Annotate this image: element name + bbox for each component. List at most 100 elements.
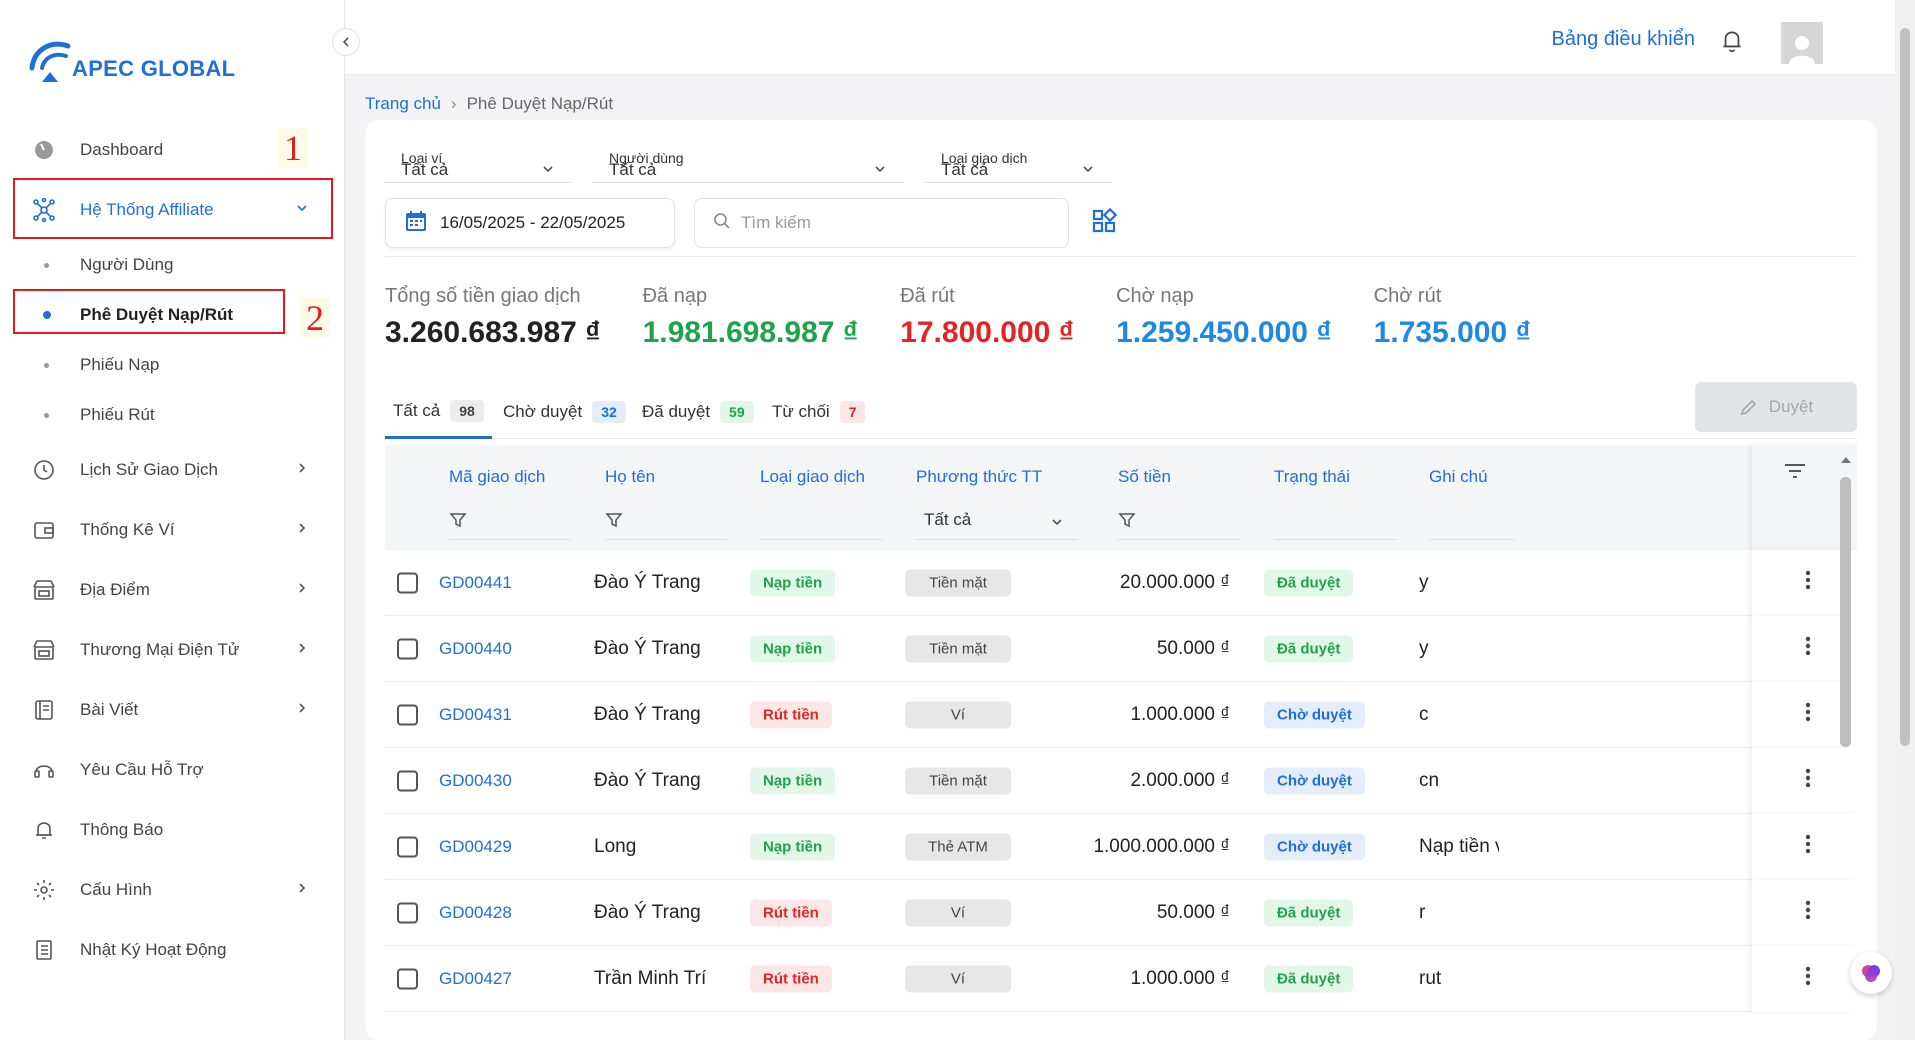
grid-view-icon[interactable] xyxy=(1091,207,1118,239)
sidebar-item-settings[interactable]: Cấu Hình xyxy=(0,860,345,920)
user-select[interactable]: Người dùng Tất cả xyxy=(593,140,903,188)
bullet-icon xyxy=(44,262,49,268)
transaction-type-value: Tất cả xyxy=(941,160,989,179)
transaction-code-link[interactable]: GD00427 xyxy=(439,969,512,989)
amount-filter[interactable] xyxy=(1118,500,1240,540)
column-header-note[interactable]: Ghi chú xyxy=(1429,467,1488,487)
tab-count-badge: 32 xyxy=(592,401,626,423)
type-filter[interactable] xyxy=(760,500,882,540)
stat-label: Đã nạp xyxy=(642,285,708,307)
date-range-picker[interactable]: 16/05/2025 - 22/05/2025 xyxy=(385,198,675,248)
column-header-type[interactable]: Loại giao dịch xyxy=(760,467,865,487)
transaction-code-link[interactable]: GD00440 xyxy=(439,639,512,659)
sidebar-item-posts[interactable]: Bài Viết xyxy=(0,680,345,740)
column-settings-icon[interactable] xyxy=(1784,461,1806,481)
row-checkbox[interactable] xyxy=(397,770,418,791)
tab-rejected[interactable]: Từ chối 7 xyxy=(772,385,866,439)
sidebar-item-activity-log[interactable]: Nhật Ký Hoạt Động xyxy=(0,920,345,980)
dashboard-link[interactable]: Bảng điều khiển xyxy=(1552,28,1695,51)
sidebar-item-transaction-history[interactable]: Lịch Sử Giao Dịch xyxy=(0,440,345,500)
more-vertical-icon[interactable] xyxy=(1805,834,1811,860)
row-checkbox[interactable] xyxy=(397,968,418,989)
chevron-down-icon xyxy=(1050,514,1064,534)
collapse-sidebar-button[interactable] xyxy=(332,28,360,56)
sidebar-item-label: Thống Kê Ví xyxy=(80,520,175,539)
more-vertical-icon[interactable] xyxy=(1805,768,1811,794)
row-checkbox[interactable] xyxy=(397,704,418,725)
sidebar-item-label: Nhật Ký Hoạt Động xyxy=(80,940,227,959)
sidebar-item-ecommerce[interactable]: Thương Mại Điện Tử xyxy=(0,620,345,680)
page-scrollbar[interactable] xyxy=(1895,0,1915,1040)
search-input[interactable]: Tìm kiếm xyxy=(694,198,1069,248)
code-filter[interactable] xyxy=(449,500,571,540)
stat-value: 1.259.450.000 ₫ xyxy=(1116,316,1332,349)
transaction-code-link[interactable]: GD00429 xyxy=(439,837,512,857)
more-vertical-icon[interactable] xyxy=(1805,900,1811,926)
table-row[interactable]: GD00427 Trần Minh Trí Rút tiền Ví 1.000.000 … xyxy=(385,946,1857,1012)
tab-approved[interactable]: Đã duyệt 59 xyxy=(642,385,754,439)
table-row[interactable]: GD00429 Long Nạp tiền Thẻ ATM 1.000.000.000 … xyxy=(385,814,1857,880)
column-header-status[interactable]: Trạng thái xyxy=(1274,467,1350,487)
scroll-up-icon[interactable] xyxy=(1840,455,1852,465)
ai-assistant-button[interactable] xyxy=(1850,952,1892,994)
status-filter[interactable] xyxy=(1274,500,1396,540)
divider xyxy=(593,182,903,183)
sidebar-item-label: Yêu Cầu Hỗ Trợ xyxy=(80,760,204,779)
sidebar-subitem-deposit-slips[interactable]: Phiếu Nạp xyxy=(0,340,345,390)
note-filter[interactable] xyxy=(1429,500,1515,540)
sidebar-item-wallet-stats[interactable]: Thống Kê Ví xyxy=(0,500,345,560)
transaction-code-link[interactable]: GD00428 xyxy=(439,903,512,923)
transaction-code-link[interactable]: GD00431 xyxy=(439,705,512,725)
customer-name: Đào Ý Trang xyxy=(594,571,701,593)
table-scrollbar[interactable] xyxy=(1835,445,1857,1040)
page-scrollbar-thumb[interactable] xyxy=(1900,28,1910,746)
customer-name: Đào Ý Trang xyxy=(594,901,701,923)
transaction-type-badge: Rút tiền xyxy=(750,701,832,728)
wallet-type-value: Tất cả xyxy=(401,160,449,179)
shop-icon xyxy=(30,636,58,664)
avatar[interactable] xyxy=(1781,22,1823,64)
sidebar-item-notifications[interactable]: Thông Báo xyxy=(0,800,345,860)
more-vertical-icon[interactable] xyxy=(1805,702,1811,728)
transaction-type-badge: Rút tiền xyxy=(750,899,832,926)
sidebar-item-label: Thương Mại Điện Tử xyxy=(80,640,240,659)
logo[interactable]: APEC GLOBAL xyxy=(28,38,235,84)
table-row[interactable]: GD00441 Đào Ý Trang Nạp tiền Tiền mặt 20.000… xyxy=(385,550,1857,616)
row-checkbox[interactable] xyxy=(397,902,418,923)
breadcrumb-home[interactable]: Trang chủ xyxy=(365,94,441,114)
filter-icon xyxy=(605,512,623,527)
table-row[interactable]: GD00440 Đào Ý Trang Nạp tiền Tiền mặt 50.000… xyxy=(385,616,1857,682)
column-header-name[interactable]: Họ tên xyxy=(605,467,655,487)
row-checkbox[interactable] xyxy=(397,836,418,857)
column-header-code[interactable]: Mã giao dịch xyxy=(449,467,545,487)
tab-all[interactable]: Tất cả 98 xyxy=(385,385,492,439)
approve-button[interactable]: Duyệt xyxy=(1695,382,1857,432)
column-header-method[interactable]: Phương thức TT xyxy=(916,467,1042,487)
method-filter-select[interactable]: Tất cả xyxy=(916,500,1078,540)
stat-total: Tổng số tiền giao dịch 3.260.683.987 ₫ xyxy=(385,285,601,350)
name-filter[interactable] xyxy=(605,500,727,540)
notification-bell-icon[interactable] xyxy=(1719,27,1745,60)
sidebar-subitem-withdraw-slips[interactable]: Phiếu Rút xyxy=(0,390,345,440)
table-row[interactable]: GD00431 Đào Ý Trang Rút tiền Ví 1.000.000 ₫ C… xyxy=(385,682,1857,748)
sidebar-subitem-users[interactable]: Người Dùng xyxy=(0,240,345,290)
table-row[interactable]: GD00430 Đào Ý Trang Nạp tiền Tiền mặt 2.000.… xyxy=(385,748,1857,814)
sidebar-item-locations[interactable]: Địa Điểm xyxy=(0,560,345,620)
sidebar-item-support[interactable]: Yêu Cầu Hỗ Trợ xyxy=(0,740,345,800)
row-checkbox[interactable] xyxy=(397,572,418,593)
transaction-type-badge: Nạp tiền xyxy=(750,569,836,596)
more-vertical-icon[interactable] xyxy=(1805,570,1811,596)
table-row[interactable]: GD00428 Đào Ý Trang Rút tiền Ví 50.000 ₫ Đã d… xyxy=(385,880,1857,946)
column-header-amount[interactable]: Số tiền xyxy=(1118,467,1171,487)
transaction-code-link[interactable]: GD00441 xyxy=(439,573,512,593)
more-vertical-icon[interactable] xyxy=(1805,966,1811,992)
customer-name: Trần Minh Trí xyxy=(594,967,707,989)
wallet-type-select[interactable]: Loại ví Tất cả xyxy=(385,140,571,188)
table-scrollbar-thumb[interactable] xyxy=(1840,477,1851,747)
more-vertical-icon[interactable] xyxy=(1805,636,1811,662)
transaction-type-select[interactable]: Loại giao dịch Tất cả xyxy=(925,140,1111,188)
note: cn xyxy=(1419,769,1440,791)
tab-pending[interactable]: Chờ duyệt 32 xyxy=(503,385,626,439)
transaction-code-link[interactable]: GD00430 xyxy=(439,771,512,791)
row-checkbox[interactable] xyxy=(397,638,418,659)
